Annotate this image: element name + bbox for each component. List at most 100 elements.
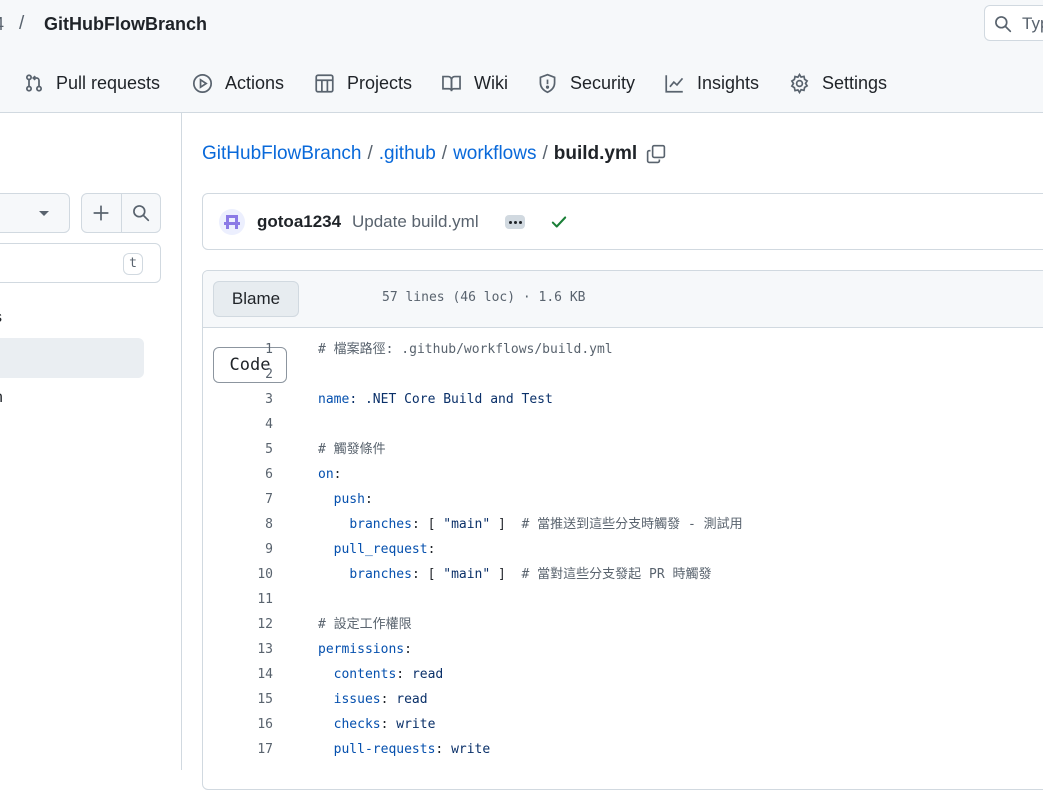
tab-settings[interactable]: Settings <box>789 66 887 100</box>
tab-pull-requests[interactable]: Pull requests <box>24 66 160 100</box>
code-token: checks <box>333 717 381 732</box>
code-token: : <box>380 717 397 732</box>
line-number[interactable]: 6 <box>203 462 273 487</box>
breadcrumb-separator: / <box>542 143 548 164</box>
line-number[interactable]: 2 <box>203 362 273 387</box>
go-to-file-input[interactable]: t <box>0 243 161 283</box>
avatar[interactable] <box>219 209 245 235</box>
code-token: on <box>318 467 334 482</box>
code-line: 16 checks: write <box>203 712 1043 737</box>
code-line: 8 branches: [ "main" ] # 當推送到這些分支時觸發 - 測… <box>203 512 1043 537</box>
code-token: : <box>396 667 412 682</box>
code-token: : [ <box>411 517 444 532</box>
code-line: 6 on: <box>203 462 1043 487</box>
tree-item[interactable]: s <box>0 309 2 327</box>
breadcrumb-current-file: build.yml <box>553 143 638 164</box>
graph-icon <box>665 74 684 93</box>
code-token: contents <box>333 667 397 682</box>
search-icon <box>995 16 1012 33</box>
tab-insights[interactable]: Insights <box>664 66 759 100</box>
repo-name-link[interactable]: GitHubFlowBranch <box>44 14 207 35</box>
line-number[interactable]: 14 <box>203 662 273 687</box>
line-number[interactable]: 11 <box>203 587 273 612</box>
line-number[interactable]: 15 <box>203 687 273 712</box>
tab-projects[interactable]: Projects <box>314 66 412 100</box>
line-number[interactable]: 16 <box>203 712 273 737</box>
commit-message-link[interactable]: Update build.yml <box>352 212 479 232</box>
code-view[interactable]: 1 # 檔案路徑: .github/workflows/build.yml 2 3 na… <box>203 337 1043 762</box>
breadcrumb-separator: / <box>19 13 25 34</box>
copy-path-button[interactable] <box>646 144 666 164</box>
commit-author-link[interactable]: gotoa1234 <box>257 212 341 232</box>
add-file-button[interactable] <box>82 194 121 232</box>
line-number[interactable]: 3 <box>203 387 273 412</box>
line-number[interactable]: 10 <box>203 562 273 587</box>
file-tree-panel: t s n <box>0 113 182 770</box>
branch-selector[interactable] <box>0 193 70 233</box>
line-number[interactable]: 17 <box>203 737 273 762</box>
file-stats: 57 lines (46 loc) · 1.6 KB <box>382 290 586 305</box>
breadcrumb-github-link[interactable]: .github <box>379 143 436 165</box>
plus-icon <box>93 205 109 221</box>
tab-actions[interactable]: Actions <box>192 66 284 100</box>
code-token: ] <box>490 517 522 532</box>
code-text: branches: [ "main" ] # 當推送到這些分支時觸發 - 測試用 <box>318 512 742 537</box>
code-token: : <box>404 642 412 657</box>
code-token: name <box>318 392 350 407</box>
code-token: read <box>411 667 444 682</box>
owner-link[interactable]: 4 <box>0 14 4 35</box>
line-number[interactable]: 4 <box>203 412 273 437</box>
code-line: 10 branches: [ "main" ] # 當對這些分支發起 PR 時觸… <box>203 562 1043 587</box>
code-line: 12 # 設定工作權限 <box>203 612 1043 637</box>
code-text: # 設定工作權限 <box>318 612 412 637</box>
code-text: pull-requests: write <box>318 737 491 762</box>
keyboard-shortcut-hint: t <box>123 253 143 275</box>
line-number[interactable]: 9 <box>203 537 273 562</box>
check-icon[interactable] <box>550 213 568 236</box>
code-text: push: <box>318 487 373 512</box>
line-number[interactable]: 12 <box>203 612 273 637</box>
code-text: # 檔案路徑: .github/workflows/build.yml <box>318 337 613 362</box>
breadcrumb-separator: / <box>441 143 448 164</box>
tree-item[interactable]: n <box>0 389 3 407</box>
code-line: 11 <box>203 587 1043 612</box>
search-placeholder: Typ <box>1022 14 1043 33</box>
blame-tab[interactable]: Blame <box>214 282 298 316</box>
code-token: : <box>380 692 397 707</box>
code-token: : <box>364 492 373 507</box>
tab-label: Wiki <box>474 72 508 93</box>
code-line: 7 push: <box>203 487 1043 512</box>
search-input[interactable]: Typ <box>984 5 1043 41</box>
code-line: 1 # 檔案路徑: .github/workflows/build.yml <box>203 337 1043 362</box>
tab-security[interactable]: Security <box>537 66 635 100</box>
tree-item-selected[interactable] <box>0 338 144 378</box>
line-number[interactable]: 13 <box>203 637 273 662</box>
code-line: 2 <box>203 362 1043 387</box>
breadcrumb-workflows-link[interactable]: workflows <box>453 143 536 165</box>
view-toggle: Code Blame <box>213 281 299 383</box>
line-number[interactable]: 7 <box>203 487 273 512</box>
tab-wiki[interactable]: Wiki <box>441 66 508 100</box>
search-files-button[interactable] <box>120 194 161 232</box>
git-pull-request-icon <box>25 74 43 92</box>
code-token: : [ <box>411 567 444 582</box>
tree-actions <box>81 193 161 233</box>
breadcrumb-repo-link[interactable]: GitHubFlowBranch <box>202 143 361 165</box>
file-viewer: Code Blame 57 lines (46 loc) · 1.6 KB 1 #… <box>202 270 1043 790</box>
code-token: # 設定工作權限 <box>318 617 412 632</box>
code-token: pull-requests <box>333 742 436 757</box>
line-number[interactable]: 1 <box>203 337 273 362</box>
line-number[interactable]: 8 <box>203 512 273 537</box>
code-token: ] <box>490 567 522 582</box>
code-text: on: <box>318 462 341 487</box>
line-number[interactable]: 5 <box>203 437 273 462</box>
code-token: branches <box>349 517 412 532</box>
code-token: : <box>333 467 342 482</box>
expand-commit-button[interactable] <box>505 215 525 229</box>
